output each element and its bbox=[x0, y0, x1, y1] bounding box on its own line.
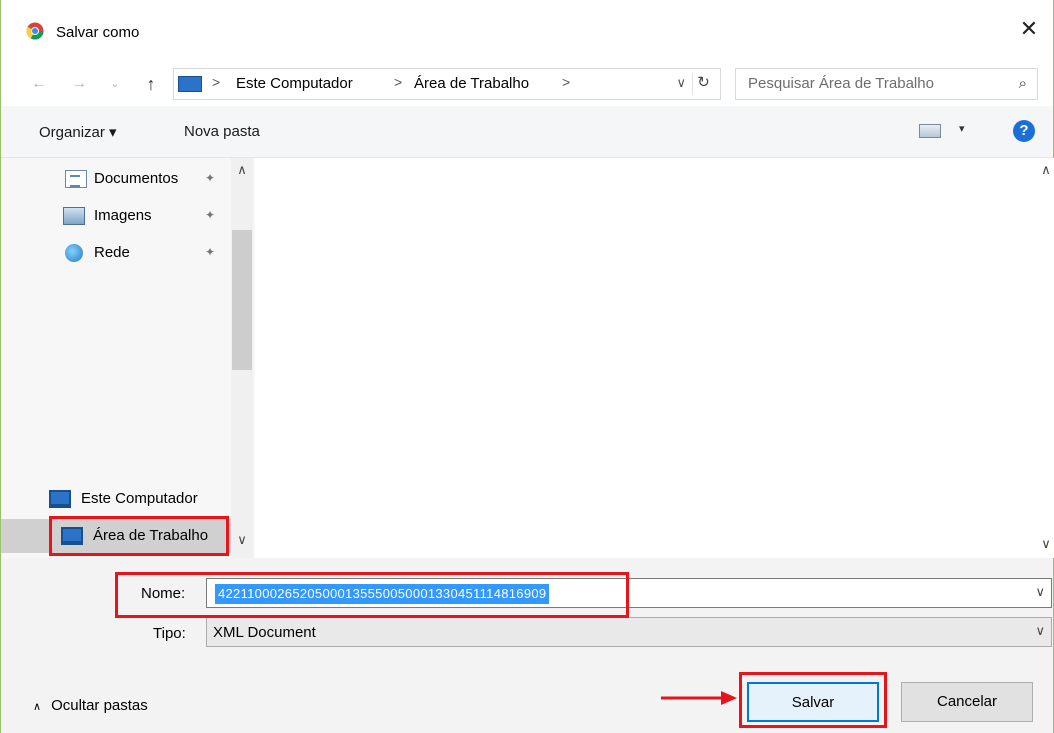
search-icon[interactable]: ⌕ bbox=[1019, 75, 1027, 92]
chevron-down-icon: ∨ bbox=[1035, 623, 1045, 638]
save-form: Nome: 4221100026520500013555005000133045… bbox=[1, 558, 1053, 733]
sidebar-item-este-computador[interactable]: Este Computador bbox=[1, 482, 231, 516]
command-bar: Organizar ▾ Nova pasta ▾ ? bbox=[1, 106, 1053, 158]
file-type-label: Tipo: bbox=[153, 625, 186, 642]
navigation-scrollbar[interactable]: ∧ ∨ bbox=[231, 158, 253, 558]
chrome-icon bbox=[26, 22, 44, 40]
arrow-icon bbox=[661, 691, 737, 705]
breadcrumb-separator[interactable]: > bbox=[212, 74, 220, 90]
file-list-scrollbar[interactable]: ∧ ∨ bbox=[1037, 158, 1054, 558]
file-type-select[interactable]: XML Document ∨ bbox=[206, 617, 1052, 647]
pictures-icon bbox=[63, 207, 85, 225]
hide-folders-button[interactable]: ∧ Ocultar pastas bbox=[33, 697, 148, 714]
monitor-icon bbox=[61, 527, 83, 545]
sidebar-item-label: Rede bbox=[94, 244, 130, 261]
sidebar-item-imagens[interactable]: Imagens ✦ bbox=[1, 199, 231, 233]
title-bar: Salvar como ✕ bbox=[1, 0, 1053, 64]
file-name-label: Nome: bbox=[141, 585, 186, 602]
file-list[interactable] bbox=[257, 158, 1037, 558]
forward-button[interactable]: → bbox=[69, 72, 89, 96]
pin-icon: ✦ bbox=[205, 208, 216, 222]
sidebar-item-area-de-trabalho[interactable]: Área de Trabalho bbox=[1, 519, 231, 553]
hide-folders-label: Ocultar pastas bbox=[51, 697, 148, 714]
breadcrumb-separator[interactable]: > bbox=[562, 74, 570, 90]
chevron-down-icon: ▾ bbox=[959, 123, 965, 135]
breadcrumb-area-de-trabalho[interactable]: Área de Trabalho bbox=[414, 75, 529, 92]
search-input[interactable] bbox=[748, 75, 998, 92]
refresh-icon[interactable]: ↻ bbox=[692, 73, 714, 95]
view-icon bbox=[919, 124, 941, 138]
pin-icon: ✦ bbox=[205, 245, 216, 259]
window-title: Salvar como bbox=[56, 24, 140, 41]
address-dropdown-icon[interactable]: ∨ bbox=[676, 75, 686, 91]
file-name-field[interactable]: 4221100026520500013555005000133045111481… bbox=[206, 578, 1052, 608]
chevron-up-icon: ∧ bbox=[33, 701, 42, 713]
sidebar-item-documentos[interactable]: Documentos ✦ bbox=[1, 162, 231, 196]
new-folder-button[interactable]: Nova pasta bbox=[184, 123, 260, 140]
monitor-icon bbox=[178, 76, 202, 92]
navigation-bar: ← → ⌄ ↑ > Este Computador > Área de Trab… bbox=[1, 64, 1053, 106]
search-box[interactable]: ⌕ bbox=[735, 68, 1038, 100]
up-folder-button[interactable]: ↑ bbox=[141, 72, 161, 96]
file-name-value[interactable]: 4221100026520500013555005000133045111481… bbox=[215, 584, 550, 604]
recent-locations-button[interactable]: ⌄ bbox=[108, 72, 122, 96]
sidebar-item-label: Este Computador bbox=[81, 490, 198, 507]
sidebar-item-label: Documentos bbox=[94, 170, 179, 187]
documents-icon bbox=[65, 170, 87, 188]
save-button[interactable]: Salvar bbox=[747, 682, 879, 722]
scroll-down-icon[interactable]: ∨ bbox=[231, 532, 253, 548]
help-icon[interactable]: ? bbox=[1013, 120, 1035, 142]
change-view-button[interactable]: ▾ bbox=[919, 123, 971, 142]
back-button[interactable]: ← bbox=[29, 72, 49, 96]
scroll-thumb[interactable] bbox=[232, 230, 252, 370]
scroll-up-icon[interactable]: ∧ bbox=[1037, 162, 1054, 178]
sidebar-item-rede[interactable]: Rede ✦ bbox=[1, 236, 231, 270]
organize-button[interactable]: Organizar ▾ bbox=[39, 123, 117, 141]
cancel-button[interactable]: Cancelar bbox=[901, 682, 1033, 722]
pin-icon: ✦ bbox=[205, 171, 216, 185]
breadcrumb-separator[interactable]: > bbox=[394, 74, 402, 90]
scroll-up-icon[interactable]: ∧ bbox=[231, 162, 253, 178]
address-bar[interactable]: > Este Computador > Área de Trabalho > ∨… bbox=[173, 68, 721, 100]
scroll-down-icon[interactable]: ∨ bbox=[1037, 536, 1054, 552]
close-icon: ✕ bbox=[1019, 16, 1039, 41]
monitor-icon bbox=[49, 490, 71, 508]
close-button[interactable]: ✕ bbox=[1017, 18, 1041, 42]
sidebar-item-label: Área de Trabalho bbox=[93, 527, 209, 544]
chevron-down-icon[interactable]: ∨ bbox=[1035, 584, 1045, 600]
network-icon bbox=[65, 244, 83, 262]
breadcrumb-este-computador[interactable]: Este Computador bbox=[236, 75, 353, 92]
save-as-dialog: Salvar como ✕ ← → ⌄ ↑ > Este Computador … bbox=[0, 0, 1054, 733]
sidebar-item-label: Imagens bbox=[94, 207, 152, 224]
navigation-pane: Documentos ✦ Imagens ✦ Rede ✦ Este Compu… bbox=[1, 158, 255, 558]
file-type-value: XML Document bbox=[213, 624, 316, 641]
